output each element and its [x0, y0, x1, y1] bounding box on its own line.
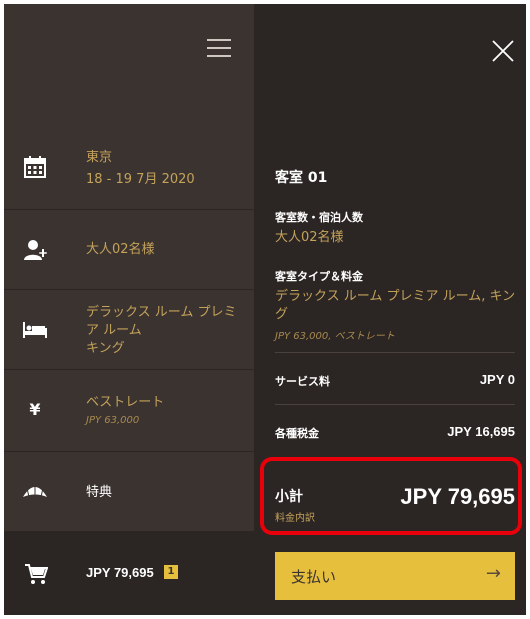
subtotal-amount: JPY 79,695 — [400, 484, 515, 509]
room-number-title: 客室 01 — [275, 170, 328, 186]
divider — [275, 352, 515, 353]
dates-label: 18 - 19 7月 2020 — [86, 172, 195, 187]
subtotal-label: 小計 — [275, 489, 303, 505]
reservation-details: 客室 01 客室数・宿泊人数 大人02名様 客室タイプ＆料金 デラックス ルーム… — [254, 4, 526, 615]
cart-summary[interactable]: JPY 79,695 1 — [4, 531, 254, 615]
nav-item-benefits[interactable]: 特典 — [4, 452, 254, 531]
destination-label: 東京 — [86, 150, 113, 165]
service-charge-label: サービス料 — [275, 375, 330, 388]
bed-icon — [22, 317, 48, 343]
nav-item-guests[interactable]: 大人02名様 — [4, 210, 254, 290]
yen-icon: ¥ — [29, 399, 41, 419]
nav-item-rate[interactable]: ¥ ベストレート JPY 63,000 — [4, 370, 254, 452]
booking-summary-panel: 東京 18 - 19 7月 2020 大人02名様 デラックス ルーム プレミア… — [4, 4, 526, 615]
rate-label: ベストレート — [86, 395, 165, 410]
pay-button[interactable]: 支払い → — [275, 552, 515, 600]
calendar-icon — [22, 154, 48, 180]
nav-item-room[interactable]: デラックス ルーム プレミア ルーム キング — [4, 290, 254, 370]
rooms-guests-heading: 客室数・宿泊人数 — [275, 211, 363, 224]
menu-icon[interactable] — [207, 39, 231, 57]
nav-item-destination-dates[interactable]: 東京 18 - 19 7月 2020 — [4, 126, 254, 210]
benefits-label: 特典 — [86, 485, 113, 500]
service-charge-value: JPY 0 — [479, 372, 515, 387]
left-nav: 東京 18 - 19 7月 2020 大人02名様 デラックス ルーム プレミア… — [4, 4, 254, 615]
room-type-value: デラックス ルーム プレミア ルーム, キング — [275, 289, 516, 322]
arrow-right-icon: → — [485, 563, 501, 584]
fan-icon — [22, 478, 48, 504]
rooms-guests-value: 大人02名様 — [275, 230, 344, 245]
cart-icon — [24, 563, 49, 589]
price-breakdown-link[interactable]: 料金内訳 — [275, 509, 315, 524]
cart-amount: JPY 79,695 — [86, 565, 154, 580]
room-bed-label: キング — [86, 341, 125, 356]
pay-button-label: 支払い — [291, 568, 337, 586]
add-user-icon — [22, 237, 48, 263]
room-rate-detail: JPY 63,000, ベストレート — [275, 331, 395, 342]
rate-price: JPY 63,000 — [86, 415, 140, 426]
room-type-label: デラックス ルーム プレミア ルーム — [86, 305, 237, 338]
tax-value: JPY 16,695 — [447, 424, 515, 439]
room-type-heading: 客室タイプ＆料金 — [275, 270, 363, 283]
tax-label: 各種税金 — [275, 427, 319, 440]
divider — [275, 404, 515, 405]
guests-label: 大人02名様 — [86, 242, 155, 257]
close-icon[interactable] — [491, 39, 515, 63]
cart-count-badge: 1 — [164, 565, 178, 579]
